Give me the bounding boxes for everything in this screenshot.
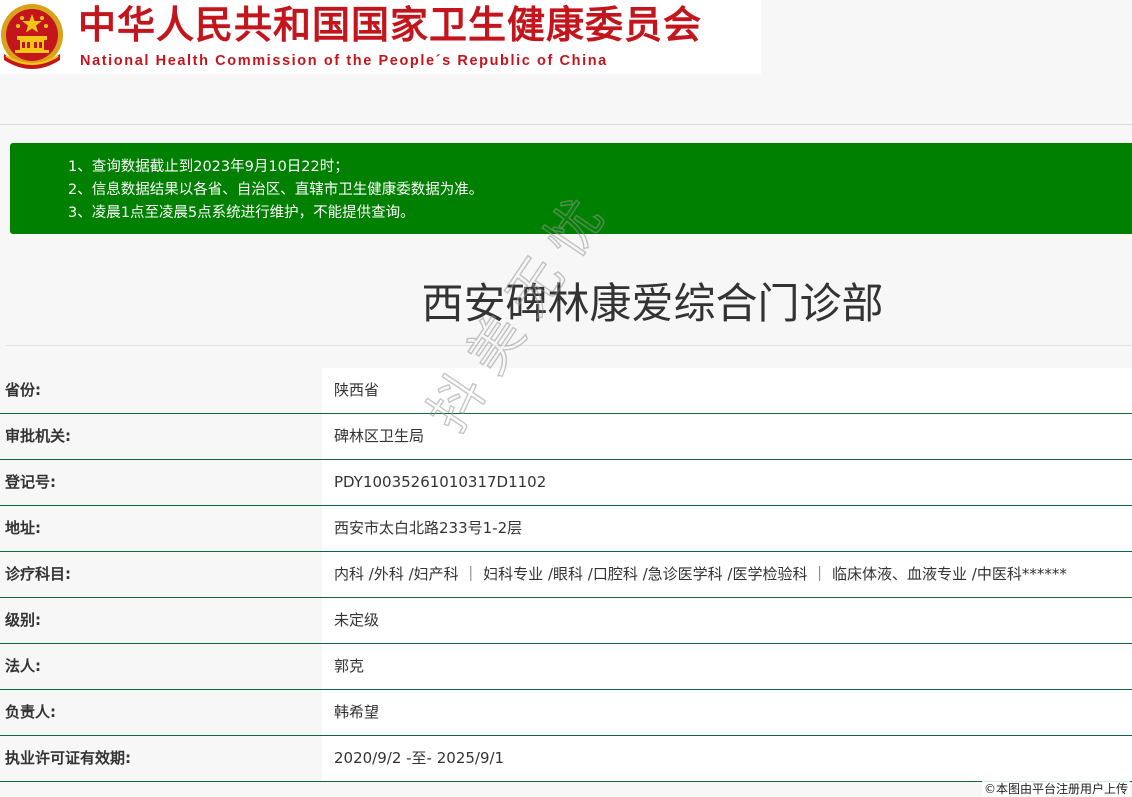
site-banner[interactable]: 中华人民共和国国家卫生健康委员会 National Health Commiss…	[0, 0, 761, 74]
table-row: 省份: 陕西省	[0, 368, 1132, 414]
national-emblem-icon	[1, 4, 63, 69]
row-label: 登记号:	[0, 460, 322, 505]
row-label: 诊疗科目:	[0, 552, 322, 597]
notice-line: 1、查询数据截止到2023年9月10日22时；	[68, 159, 349, 175]
row-label: 审批机关:	[0, 414, 322, 459]
row-value: 韩希望	[322, 690, 1132, 735]
row-label: 负责人:	[0, 690, 322, 735]
table-row: 诊疗科目: 内科 /外科 /妇产科 ｜ 妇科专业 /眼科 /口腔科 /急诊医学科…	[0, 552, 1132, 598]
notice-line: 3、凌晨1点至凌晨5点系统进行维护，不能提供查询。	[68, 205, 415, 221]
table-row: 法人: 郭克	[0, 644, 1132, 690]
table-row: 登记号: PDY10035261010317D1102	[0, 460, 1132, 506]
site-title-en: National Health Commission of the People…	[80, 53, 608, 69]
row-value: 未定级	[322, 598, 1132, 643]
site-title-cn: 中华人民共和国国家卫生健康委员会	[78, 2, 703, 47]
notice-line: 2、信息数据结果以各省、自治区、直辖市卫生健康委数据为准。	[68, 182, 484, 198]
row-value: PDY10035261010317D1102	[322, 460, 1132, 505]
row-label: 省份:	[0, 368, 322, 413]
row-label: 法人:	[0, 644, 322, 689]
institution-info-table: 省份: 陕西省 审批机关: 碑林区卫生局 登记号: PDY10035261010…	[0, 368, 1132, 782]
site-header: 中华人民共和国国家卫生健康委员会 National Health Commiss…	[0, 0, 1132, 125]
row-value: 陕西省	[322, 368, 1132, 413]
row-value: 西安市太白北路233号1-2层	[322, 506, 1132, 551]
page-title: 西安碑林康爱综合门诊部	[421, 279, 884, 328]
upload-credit: ©本图由平台注册用户上传	[981, 781, 1130, 797]
table-row: 地址: 西安市太白北路233号1-2层	[0, 506, 1132, 552]
row-label: 级别:	[0, 598, 322, 643]
table-row: 级别: 未定级	[0, 598, 1132, 644]
row-label: 地址:	[0, 506, 322, 551]
row-value: 内科 /外科 /妇产科 ｜ 妇科专业 /眼科 /口腔科 /急诊医学科 /医学检验…	[322, 552, 1132, 597]
row-value: 碑林区卫生局	[322, 414, 1132, 459]
table-row: 审批机关: 碑林区卫生局	[0, 414, 1132, 460]
table-row: 执业许可证有效期: 2020/9/2 -至- 2025/9/1	[0, 736, 1132, 782]
row-value: 2020/9/2 -至- 2025/9/1	[322, 736, 1132, 781]
title-divider	[6, 345, 1132, 346]
query-notice: 1、查询数据截止到2023年9月10日22时； 2、信息数据结果以各省、自治区、…	[10, 143, 1132, 234]
table-row: 负责人: 韩希望	[0, 690, 1132, 736]
row-value: 郭克	[322, 644, 1132, 689]
row-label: 执业许可证有效期:	[0, 736, 322, 781]
